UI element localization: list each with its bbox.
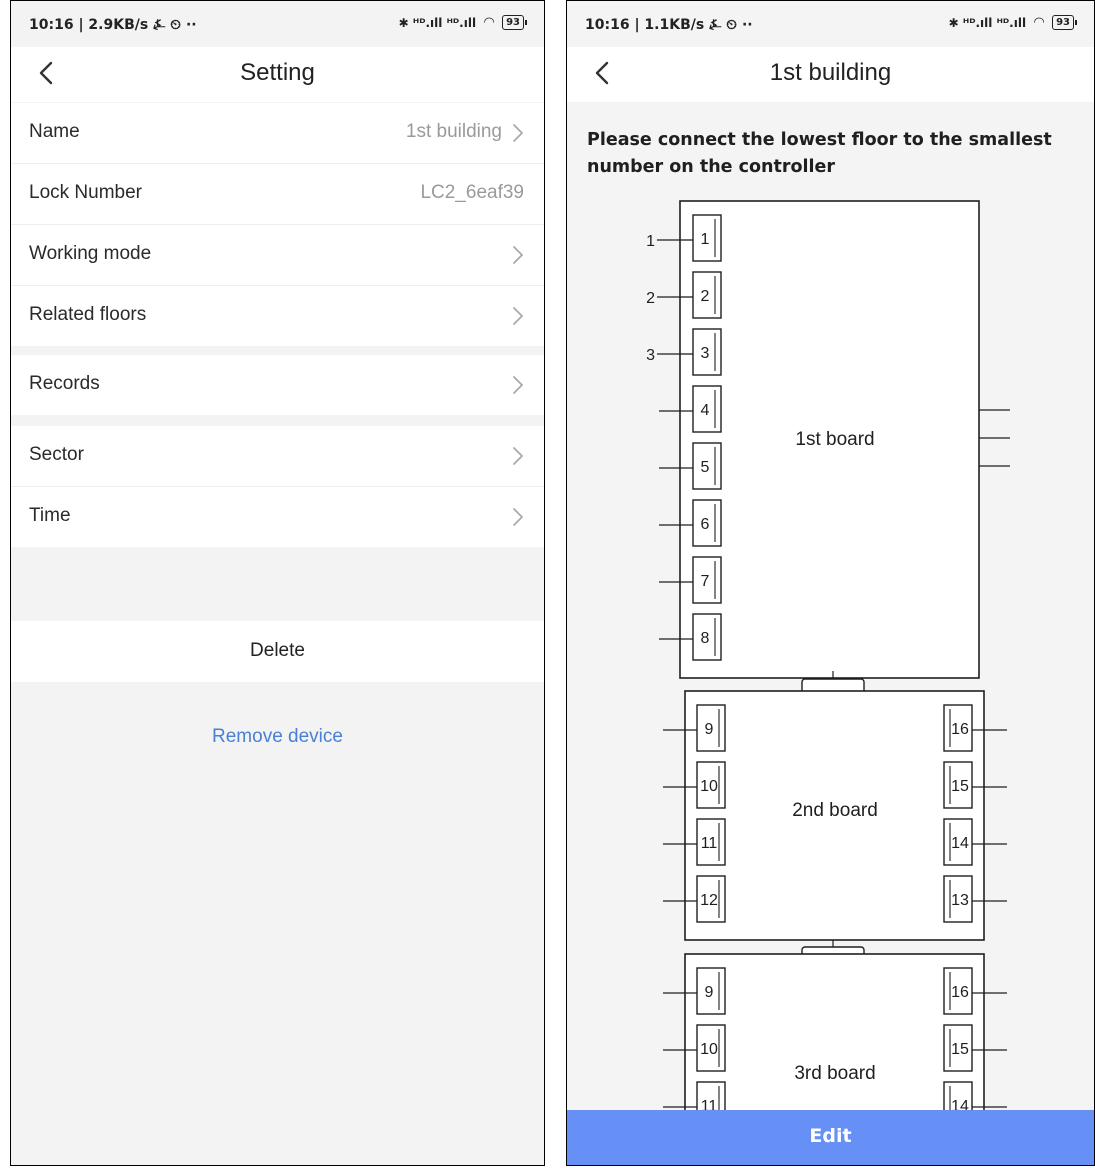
port-number: 8 xyxy=(701,630,710,647)
status-icons: ✱ ᴴᴰ.ıll ᴴᴰ.ıll ◠ 93 xyxy=(398,15,527,30)
port-number: 6 xyxy=(701,516,710,533)
settings-group-device: Name 1st building Lock Number LC2_6eaf39 Wor… xyxy=(11,103,544,346)
port-number: 5 xyxy=(701,459,710,476)
building-screen: 10:16 | 1.1KB/s ⍼ ⏲ ·· ✱ ᴴᴰ.ıll ᴴᴰ.ıll ◠… xyxy=(566,0,1095,1166)
row-label: Related floors xyxy=(29,304,147,325)
floor-label: 1 xyxy=(646,233,655,250)
status-time: 10:16 | 2.9KB/s ⍼ ⏲ ·· xyxy=(29,17,197,33)
row-label: Time xyxy=(29,505,71,526)
port-number: 16 xyxy=(951,721,969,738)
port-number: 12 xyxy=(700,892,718,909)
port-number: 9 xyxy=(705,984,714,1001)
row-label: Sector xyxy=(29,444,84,465)
row-label: Records xyxy=(29,373,100,394)
status-bar: 10:16 | 2.9KB/s ⍼ ⏲ ·· ✱ ᴴᴰ.ıll ᴴᴰ.ıll ◠… xyxy=(11,1,544,47)
row-label: Name xyxy=(29,121,80,142)
board-3-outline xyxy=(684,953,985,1113)
row-value: 1st building xyxy=(405,121,502,142)
chevron-right-icon xyxy=(513,508,523,526)
floor-label: 2 xyxy=(646,290,655,307)
settings-group-records: Records xyxy=(11,355,544,415)
chevron-right-icon xyxy=(513,246,523,264)
wifi-icon: ◠ xyxy=(484,15,495,30)
settings-row-time[interactable]: Time xyxy=(11,487,544,547)
settings-screen: 10:16 | 2.9KB/s ⍼ ⏲ ·· ✱ ᴴᴰ.ıll ᴴᴰ.ıll ◠… xyxy=(10,0,545,1166)
board-name: 1st board xyxy=(795,429,874,450)
port-number: 1 xyxy=(701,231,710,248)
controller-wiring-diagram: 123456781231st board9 1610 1511 1412 132nd b… xyxy=(646,200,1010,1113)
floor-label: 3 xyxy=(646,347,655,364)
settings-row-records[interactable]: Records xyxy=(11,355,544,415)
port-number: 16 xyxy=(951,984,969,1001)
port-number: 3 xyxy=(701,345,710,362)
board-name: 2nd board xyxy=(792,800,878,821)
row-label: Working mode xyxy=(29,243,152,264)
chevron-right-icon xyxy=(513,307,523,325)
battery-icon: 93 xyxy=(502,15,527,30)
board-name: 3rd board xyxy=(794,1063,875,1084)
port-number: 15 xyxy=(951,1041,969,1058)
chevron-right-icon xyxy=(513,124,523,142)
port-number: 15 xyxy=(951,778,969,795)
chevron-right-icon xyxy=(513,376,523,394)
port-number: 9 xyxy=(705,721,714,738)
delete-button[interactable]: Delete xyxy=(11,621,544,682)
port-number: 11 xyxy=(701,835,718,852)
settings-group-sector: Sector Time xyxy=(11,426,544,547)
row-value: LC2_6eaf39 xyxy=(420,182,524,203)
chevron-right-icon xyxy=(513,447,523,465)
settings-row-related-floors[interactable]: Related floors xyxy=(11,286,544,346)
port-number: 10 xyxy=(700,778,718,795)
nav-bar: Setting xyxy=(11,47,544,102)
port-number: 10 xyxy=(700,1041,718,1058)
port-number: 13 xyxy=(951,892,969,909)
edit-button[interactable]: Edit xyxy=(567,1110,1094,1165)
page-title: Setting xyxy=(240,59,315,86)
port-number: 4 xyxy=(701,402,710,419)
settings-row-working-mode[interactable]: Working mode xyxy=(11,225,544,286)
port-number: 7 xyxy=(701,573,710,590)
delete-label: Delete xyxy=(250,640,305,661)
edit-label: Edit xyxy=(809,1125,852,1147)
signal-icons: ✱ ᴴᴰ.ıll ᴴᴰ.ıll xyxy=(398,15,477,30)
settings-row-sector[interactable]: Sector xyxy=(11,426,544,487)
port-number: 14 xyxy=(951,835,969,852)
settings-row-name[interactable]: Name 1st building xyxy=(11,103,544,164)
row-label: Lock Number xyxy=(29,182,142,203)
settings-row-lock-number: Lock Number LC2_6eaf39 xyxy=(11,164,544,225)
remove-device-link[interactable]: Remove device xyxy=(11,726,544,748)
port-number: 2 xyxy=(701,288,710,305)
